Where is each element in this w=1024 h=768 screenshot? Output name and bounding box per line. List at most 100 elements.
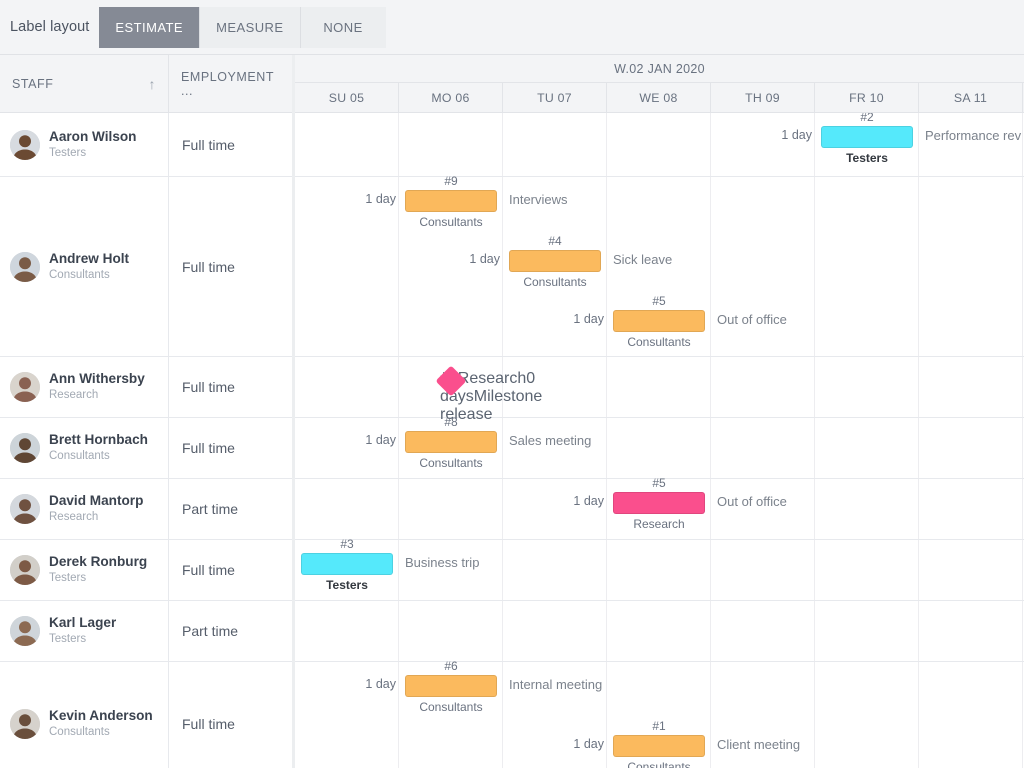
label-layout-option-estimate[interactable]: ESTIMATE [99,6,201,48]
staff-row[interactable]: Andrew Holt Consultants Full time [0,177,292,357]
timeline-day-header-1[interactable]: MO 06 [399,83,503,112]
timeline-day-header-6[interactable]: SA 11 [919,83,1023,112]
task-resource-label: Research [633,517,685,531]
staff-department: Consultants [49,268,110,281]
staff-row[interactable]: Aaron Wilson Testers Full time [0,113,292,177]
timeline-rows: #2 Testers 1 day Performance rev #9 Consultan… [295,113,1024,768]
timeline-day-headers: SU 05 MO 06 TU 07 WE 08 TH 09 FR 10 SA 11 [295,83,1024,113]
timeline-day-header-4[interactable]: TH 09 [711,83,815,112]
employment-value: Full time [182,715,235,732]
staff-row[interactable]: Kevin Anderson Consultants Full time [0,662,292,768]
staff-cell[interactable]: Andrew Holt Consultants [0,177,169,356]
staff-name: Brett Hornbach [49,432,148,448]
timeline-day-header-2[interactable]: TU 07 [503,83,607,112]
task-title-label: Out of office [717,312,787,327]
timeline-day-header-0[interactable]: SU 05 [295,83,399,112]
employment-cell[interactable]: Full time [169,418,292,478]
task-id-label: #3 [340,537,354,551]
staff-department: Research [49,511,99,524]
task-title-label: Client meeting [717,737,801,752]
staff-cell[interactable]: David Mantorp Research [0,479,169,539]
task-duration-label: 1 day [573,494,604,508]
employment-cell[interactable]: Part time [169,479,292,539]
timeline-week-header: W.02 JAN 2020 [295,55,1024,83]
employment-cell[interactable]: Part time [169,601,292,661]
task-bar[interactable]: #9 Consultants 1 day Interviews [365,174,567,229]
timeline-row[interactable]: #3Testers1 dayBusiness trip [295,537,1024,601]
employment-cell[interactable]: Full time [169,177,292,356]
task-duration-label: 1 day [781,128,812,142]
employment-value: Full time [182,562,235,578]
staff-row[interactable]: Ann Withersby Research Full time [0,357,292,418]
label-layout-segmented-control: ESTIMATE MEASURE NONE [99,6,386,48]
task-title-label: Performance rev [925,128,1022,143]
avatar-aaron-wilson-icon [10,129,40,160]
timeline-row[interactable]: #5 Research 1 day Out of office [295,476,1024,540]
task-id-label: #9 [444,174,458,188]
task-resource-label: Research [457,370,527,387]
label-layout-option-none[interactable]: NONE [300,6,386,48]
column-header-staff[interactable]: STAFF ↑ [0,55,169,112]
staff-cell[interactable]: Brett Hornbach Consultants [0,418,169,478]
task-bar[interactable]: #5 Research 1 day Out of office [573,476,786,531]
timeline-row[interactable]: #7Research0 daysMilestone release [295,357,1024,423]
staff-cell[interactable]: Ann Withersby Research [0,357,169,417]
staff-name: Andrew Holt [49,250,130,266]
timeline-row[interactable]: #6 Consultants 1 day Internal meeting #1 Cons… [295,659,1024,768]
task-bar[interactable]: #4 Consultants 1 day Sick leave [469,234,672,289]
task-id-label: #1 [652,719,666,733]
employment-value: Full time [182,258,235,275]
timeline-row[interactable]: #2 Testers 1 day Performance rev [295,113,1024,177]
employment-value: Part time [182,623,239,639]
employment-cell[interactable]: Full time [169,540,292,600]
avatar-ann-withersby-icon [10,372,40,402]
task-duration-label: 1 day [365,677,396,691]
column-header-employment[interactable]: EMPLOYMENT ... [169,55,295,112]
staff-cell[interactable]: Kevin Anderson Consultants [0,662,169,768]
staff-row[interactable]: Derek Ronburg Testers Full time [0,540,292,601]
task-id-label: #5 [652,476,666,490]
timeline-day-header-5[interactable]: FR 10 [815,83,919,112]
staff-row[interactable]: Brett Hornbach Consultants Full time [0,418,292,479]
task-bar[interactable]: #8 Consultants 1 day Sales meeting [365,415,591,470]
employment-cell[interactable]: Full time [169,113,292,176]
staff-department: Testers [49,572,87,585]
employment-value: Full time [182,136,235,153]
task-title-label: Internal meeting [509,677,603,692]
locked-rows: Aaron Wilson Testers Full time Andrew Holt C… [0,113,292,768]
task-bar[interactable]: #6 Consultants 1 day Internal meeting [365,659,602,714]
avatar-karl-lager-icon [10,616,40,646]
staff-cell[interactable]: Aaron Wilson Testers [0,113,169,176]
staff-row[interactable]: David Mantorp Research Part time [0,479,292,540]
task-bar[interactable]: #1 Consultants 1 day Client meeting [573,719,800,768]
column-header-staff-label: STAFF [12,76,54,91]
task-bar[interactable]: #3Testers1 dayBusiness trip [301,537,479,592]
staff-cell[interactable]: Karl Lager Testers [0,601,169,661]
sort-asc-arrow-icon[interactable]: ↑ [148,76,156,92]
timeline-row[interactable]: #8 Consultants 1 day Sales meeting [295,415,1024,479]
task-title-label: Sick leave [613,252,673,267]
milestone-task[interactable]: #7Research0 daysMilestone release [435,365,542,423]
timeline-row[interactable]: #9 Consultants 1 day Interviews #4 Consultant… [295,174,1024,357]
staff-name: Aaron Wilson [49,128,137,144]
locked-columns: STAFF ↑ EMPLOYMENT ... Aaron Wilson Teste… [0,55,295,768]
task-resource-label: Consultants [627,335,691,349]
timeline-day-header-3[interactable]: WE 08 [607,83,711,112]
staff-cell[interactable]: Derek Ronburg Testers [0,540,169,600]
task-resource-label: Testers [326,578,368,592]
task-duration-label: 1 day [573,312,604,326]
task-resource-label: Consultants [419,700,483,714]
label-layout-option-measure[interactable]: MEASURE [200,6,301,48]
employment-cell[interactable]: Full time [169,662,292,768]
avatar-kevin-anderson-icon [10,708,40,739]
timeline-row[interactable] [295,601,1024,662]
task-id-label: #2 [860,113,874,124]
task-bar[interactable]: #2 Testers 1 day Performance rev [781,113,1021,165]
employment-cell[interactable]: Full time [169,357,292,417]
task-duration-label: 1 day [573,737,604,751]
avatar-david-mantorp-icon [10,494,40,524]
task-bar[interactable]: #5 Consultants 1 day Out of office [573,294,786,349]
staff-row[interactable]: Karl Lager Testers Part time [0,601,292,662]
timeline-header: W.02 JAN 2020 SU 05 MO 06 TU 07 WE 08 TH 09 F… [295,55,1024,113]
task-id-label: #6 [444,659,458,673]
